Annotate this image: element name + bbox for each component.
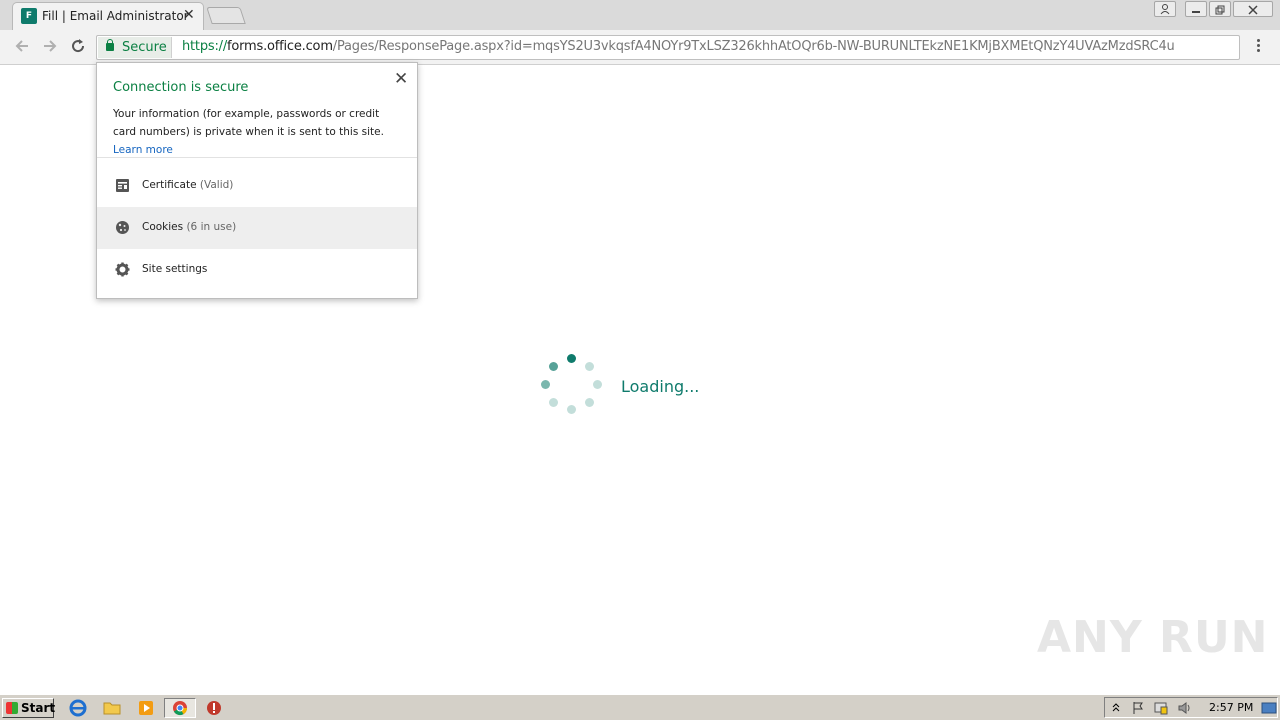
gear-icon bbox=[115, 262, 130, 277]
browser-toolbar: Secure https://forms.office.com/Pages/Re… bbox=[0, 30, 1280, 65]
cookies-count: (6 in use) bbox=[186, 221, 237, 233]
clock[interactable]: 2:57 PM bbox=[1209, 701, 1253, 714]
certificate-label-text: Certificate bbox=[142, 179, 197, 191]
lock-icon bbox=[106, 39, 114, 51]
tab-close-icon[interactable]: ✕ bbox=[183, 7, 195, 23]
certificate-icon bbox=[116, 179, 129, 192]
cookies-row[interactable]: Cookies (6 in use) bbox=[97, 207, 417, 249]
minimize-icon[interactable] bbox=[1185, 1, 1207, 17]
restore-icon[interactable] bbox=[1209, 1, 1231, 17]
close-icon[interactable]: ✕ bbox=[394, 69, 408, 89]
back-arrow-icon[interactable] bbox=[14, 38, 30, 57]
taskbar: Start 2:57 PM bbox=[0, 694, 1280, 720]
tab-strip: F Fill | Email Administrator ✕ bbox=[0, 0, 1280, 30]
start-button[interactable]: Start bbox=[2, 698, 56, 718]
learn-more-link[interactable]: Learn more bbox=[113, 144, 173, 156]
cookies-label: Cookies (6 in use) bbox=[142, 221, 236, 233]
internet-explorer-icon[interactable] bbox=[64, 698, 92, 718]
reload-icon[interactable] bbox=[70, 38, 86, 57]
folder-icon[interactable] bbox=[98, 698, 126, 718]
volume-icon[interactable] bbox=[1177, 701, 1193, 715]
certificate-status: (Valid) bbox=[199, 179, 234, 191]
close-window-icon[interactable] bbox=[1233, 1, 1273, 17]
site-info-popup: Connection is secure ✕ Your information … bbox=[96, 62, 418, 299]
security-chip[interactable]: Secure bbox=[98, 37, 172, 58]
windows-flag-icon bbox=[6, 702, 18, 714]
system-tray: 2:57 PM bbox=[1104, 697, 1278, 718]
certificate-label: Certificate (Valid) bbox=[142, 179, 233, 191]
divider bbox=[97, 157, 417, 158]
browser-tab[interactable]: F Fill | Email Administrator ✕ bbox=[12, 2, 204, 30]
show-desktop-icon[interactable] bbox=[1261, 701, 1277, 715]
start-label: Start bbox=[21, 701, 56, 715]
loading-text: Loading... bbox=[621, 377, 700, 396]
popup-description: Your information (for example, passwords… bbox=[113, 105, 405, 159]
site-settings-row[interactable]: Site settings bbox=[97, 249, 417, 291]
chrome-menu-icon[interactable] bbox=[1257, 39, 1261, 54]
chrome-icon[interactable] bbox=[164, 698, 196, 718]
stop-icon[interactable] bbox=[200, 698, 228, 718]
forward-arrow-icon[interactable] bbox=[42, 38, 58, 57]
media-player-icon[interactable] bbox=[132, 698, 160, 718]
new-tab-button[interactable] bbox=[206, 7, 246, 24]
certificate-row[interactable]: Certificate (Valid) bbox=[97, 165, 417, 207]
url-host: forms.office.com bbox=[227, 39, 333, 54]
secure-label: Secure bbox=[122, 40, 167, 55]
tab-title: Fill | Email Administrator bbox=[42, 9, 189, 23]
forms-favicon-icon: F bbox=[21, 8, 37, 24]
url-path: /Pages/ResponsePage.aspx?id=mqsYS2U3vkqs… bbox=[332, 39, 1175, 54]
url-text[interactable]: https://forms.office.com/Pages/ResponseP… bbox=[182, 39, 1175, 54]
url-scheme: https:// bbox=[182, 39, 227, 54]
loading-spinner bbox=[537, 352, 607, 417]
anyrun-watermark-logo: ANY RUN bbox=[1037, 612, 1269, 663]
profile-icon[interactable] bbox=[1154, 1, 1176, 17]
popup-title: Connection is secure bbox=[113, 80, 249, 95]
cookies-label-text: Cookies bbox=[142, 221, 184, 233]
popup-description-text: Your information (for example, passwords… bbox=[113, 108, 384, 138]
show-hidden-icons-icon[interactable] bbox=[1111, 701, 1121, 715]
cookie-icon bbox=[116, 221, 129, 234]
network-icon[interactable] bbox=[1153, 701, 1169, 715]
address-bar[interactable]: Secure https://forms.office.com/Pages/Re… bbox=[96, 35, 1240, 60]
action-center-flag-icon[interactable] bbox=[1131, 701, 1145, 715]
site-settings-label: Site settings bbox=[142, 263, 208, 275]
